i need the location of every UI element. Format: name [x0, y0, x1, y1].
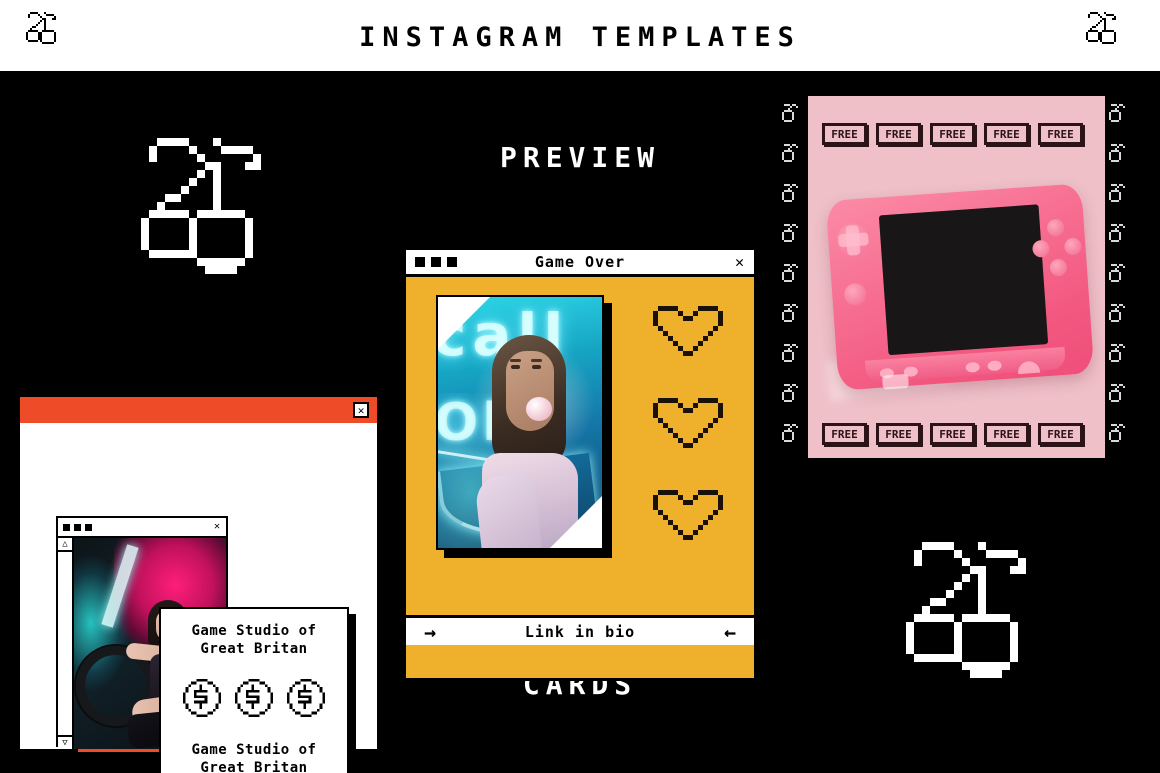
- psp-shell: [825, 183, 1095, 391]
- psp-button: [1031, 239, 1051, 258]
- free-badges-top: FREE FREE FREE FREE FREE: [822, 123, 1092, 145]
- game-over-window: Game Over ✕ call Ol → Link in bio ←: [403, 247, 757, 681]
- free-badge[interactable]: FREE: [930, 423, 975, 445]
- cherry-icon-svg: [1086, 12, 1116, 44]
- free-badges-bottom: FREE FREE FREE FREE FREE: [822, 423, 1092, 445]
- card-bottom-text: Game Studio of Great Britan: [191, 742, 317, 773]
- psp-button: [1049, 258, 1068, 277]
- cherry-logo-svg: [141, 138, 261, 274]
- free-badge[interactable]: FREE: [930, 123, 975, 145]
- dollar-coin-icon: [235, 679, 273, 721]
- heart-icon-svg: [653, 398, 723, 448]
- heart-icon-svg: [653, 306, 723, 356]
- subject-eye: [511, 365, 520, 369]
- psp-button: [1063, 237, 1083, 256]
- psp-screen: [878, 204, 1049, 356]
- psp-strap: [881, 373, 909, 390]
- scrollbar[interactable]: △ ▽: [58, 538, 74, 749]
- free-badge[interactable]: FREE: [876, 423, 921, 445]
- free-badge[interactable]: FREE: [984, 423, 1029, 445]
- arrow-left-icon[interactable]: ←: [724, 622, 736, 642]
- cherry-rail-right-svg: [1109, 104, 1125, 442]
- free-badge[interactable]: FREE: [1038, 423, 1083, 445]
- psp-device: [825, 183, 1095, 402]
- cherry-logo-svg: [906, 542, 1026, 678]
- game-studio-card: Game Studio of Great Britan Game Studio …: [159, 607, 349, 773]
- section-label-preview: PREVIEW: [499, 141, 660, 174]
- heart-icon: [648, 393, 728, 467]
- window-dots: [63, 523, 92, 531]
- scroll-down-icon[interactable]: ▽: [58, 735, 72, 749]
- psp-button: [1046, 218, 1065, 237]
- window-dot: [85, 523, 92, 531]
- cherry-rail-right: [1105, 96, 1135, 458]
- subject-brow: [531, 359, 542, 362]
- page-title: INSTAGRAM TEMPLATES: [359, 22, 801, 53]
- cherry-logo: [898, 542, 1026, 706]
- heart-icon: [648, 485, 728, 559]
- cherry-rail-left-svg: [782, 104, 798, 442]
- main-canvas: PREVIEW CARDS Game Over ✕ call Ol → Link…: [0, 76, 1160, 773]
- screenshot-root: INSTAGRAM TEMPLATES PREVIEW CARDS Game O…: [0, 0, 1160, 773]
- subject-face: [506, 351, 554, 431]
- window-dot: [74, 523, 81, 531]
- free-badge[interactable]: FREE: [984, 123, 1029, 145]
- scroll-up-icon[interactable]: △: [58, 538, 72, 552]
- cherry-logo: [133, 138, 261, 302]
- arrow-right-icon[interactable]: →: [424, 622, 436, 642]
- free-badge[interactable]: FREE: [876, 123, 921, 145]
- cherry-icon: [1082, 10, 1132, 70]
- subject-shoulder: [474, 472, 542, 548]
- psp-panel: FREE FREE FREE FREE FREE FREE FREE FREE …: [808, 96, 1105, 458]
- close-icon[interactable]: ✕: [214, 522, 220, 532]
- heart-icon-svg: [653, 490, 723, 540]
- corner-cut-top-left: [438, 297, 490, 349]
- card-top-text: Game Studio of Great Britan: [191, 623, 317, 657]
- coin-row: [183, 679, 325, 721]
- close-icon[interactable]: ✕: [735, 254, 744, 270]
- game-over-body: call Ol: [406, 277, 754, 615]
- game-over-titlebar: Game Over ✕: [406, 250, 754, 277]
- link-in-bio-label[interactable]: Link in bio: [525, 623, 635, 641]
- game-over-title: Game Over: [534, 253, 626, 271]
- dollar-coin-icon: [183, 679, 221, 721]
- inner-window-titlebar: ✕: [58, 518, 226, 538]
- dollar-coin-svg: [287, 679, 325, 717]
- game-over-footer: → Link in bio ←: [406, 615, 754, 645]
- dollar-coin-svg: [183, 679, 221, 717]
- bubblegum-bubble: [526, 397, 552, 421]
- page-header: INSTAGRAM TEMPLATES: [0, 0, 1160, 76]
- corner-cut-bottom-right: [550, 496, 602, 548]
- subject-brow: [510, 359, 521, 362]
- preview-photo: call Ol: [436, 295, 604, 550]
- window-dot: [63, 523, 70, 531]
- dollar-coin-svg: [235, 679, 273, 717]
- psp-dpad: [835, 222, 872, 259]
- free-badge[interactable]: FREE: [1038, 123, 1083, 145]
- free-badge[interactable]: FREE: [822, 123, 867, 145]
- heart-icon: [648, 301, 728, 375]
- cherry-rail-left: [778, 96, 808, 458]
- cards-window-titlebar: ✕: [20, 397, 377, 423]
- dollar-coin-icon: [287, 679, 325, 721]
- heart-stack: [648, 301, 728, 577]
- subject-eye: [532, 365, 541, 369]
- close-icon[interactable]: ✕: [353, 402, 369, 418]
- psp-analog-stick: [843, 282, 867, 307]
- free-badge[interactable]: FREE: [822, 423, 867, 445]
